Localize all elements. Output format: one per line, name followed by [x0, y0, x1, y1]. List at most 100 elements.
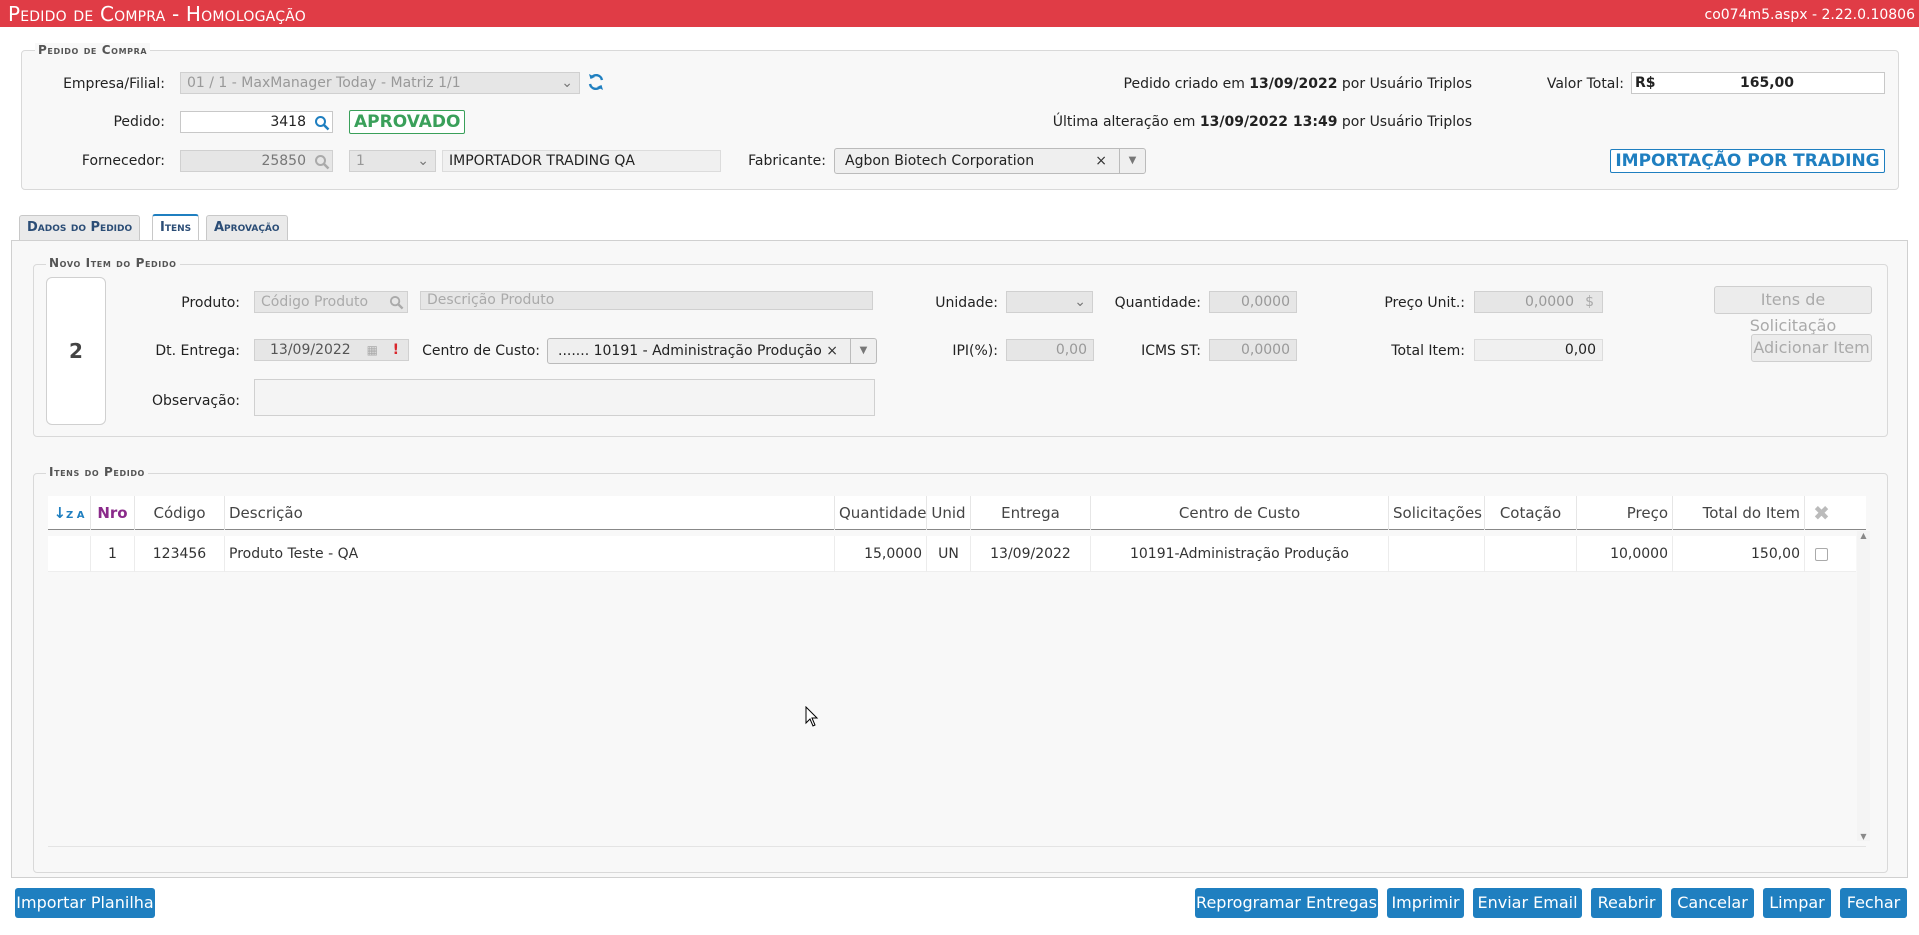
dollar-icon: $: [1585, 294, 1594, 310]
preco-unit-label: Preço Unit.:: [1384, 295, 1465, 311]
column-total-item[interactable]: Total do Item: [1672, 496, 1804, 530]
observacao-label: Observação:: [152, 393, 240, 409]
currency-symbol: R$: [1635, 75, 1656, 91]
adicionar-item-button[interactable]: Adicionar Item: [1751, 334, 1872, 362]
calendar-icon[interactable]: ▦: [367, 340, 378, 360]
remove-all-icon[interactable]: ✖: [1804, 496, 1838, 530]
trading-badge: IMPORTAÇÃO POR TRADING: [1610, 149, 1885, 173]
search-icon[interactable]: [314, 154, 330, 170]
novo-item-legend: Novo Item do Pedido: [46, 256, 180, 270]
column-quantidade[interactable]: Quantidade: [834, 496, 927, 530]
itens-legend: Itens do Pedido: [46, 465, 148, 479]
cell-total: 150,00: [1672, 536, 1804, 572]
fornecedor-code: 25850: [261, 153, 306, 169]
grid-header: ↓Z A Nro Código Descrição Quantidade Uni…: [48, 496, 1866, 530]
grid-scrollbar[interactable]: ▲ ▼: [1857, 531, 1870, 841]
fabricante-label: Fabricante:: [748, 153, 826, 169]
version-label: co074m5.aspx - 2.22.0.10806: [1704, 7, 1916, 23]
icms-st-input[interactable]: 0,0000: [1209, 339, 1297, 361]
altered-info: Última alteração em 13/09/2022 13:49 por…: [1052, 114, 1472, 130]
clear-icon[interactable]: ×: [826, 339, 838, 363]
fornecedor-seq: 1: [356, 153, 365, 169]
fabricante-select[interactable]: Agbon Biotech Corporation × ▼: [834, 148, 1146, 174]
cell-preco: 10,0000: [1576, 536, 1672, 572]
centro-custo-label: Centro de Custo:: [422, 343, 540, 359]
created-info: Pedido criado em 13/09/2022 por Usuário …: [1123, 76, 1472, 92]
column-solicitacoes[interactable]: Solicitações: [1388, 496, 1484, 530]
cell-unid: UN: [926, 536, 970, 572]
cell-solicitacoes: [1388, 536, 1484, 572]
unidade-select[interactable]: ⌄: [1006, 291, 1093, 313]
pedido-value: 3418: [270, 114, 306, 130]
empresa-select[interactable]: 01 / 1 - MaxManager Today - Matriz 1/1 ⌄: [180, 72, 580, 94]
total-item-label: Total Item:: [1391, 343, 1465, 359]
column-descricao[interactable]: Descrição: [224, 496, 834, 530]
itens-de-solicitacao-button[interactable]: Itens de Solicitação: [1714, 286, 1872, 335]
column-preco[interactable]: Preço: [1576, 496, 1672, 530]
cell-cotacao: [1484, 536, 1576, 572]
fechar-button[interactable]: Fechar: [1840, 888, 1907, 918]
total-item-input: 0,00: [1474, 339, 1603, 361]
produto-label: Produto:: [181, 295, 240, 311]
column-codigo[interactable]: Código: [134, 496, 224, 530]
centro-custo-value: ....... 10191 - Administração Produção: [558, 343, 822, 359]
grid-footer: [48, 846, 1866, 870]
ipi-label: IPI(%):: [952, 343, 998, 359]
scroll-up-icon[interactable]: ▲: [1857, 531, 1870, 540]
centro-custo-select[interactable]: ....... 10191 - Administração Produção ×…: [547, 338, 877, 364]
empresa-label: Empresa/Filial:: [63, 76, 165, 92]
importar-planilha-button[interactable]: Importar Planilha: [15, 888, 155, 918]
fornecedor-seq-select[interactable]: 1 ⌄: [349, 150, 436, 172]
observacao-textarea[interactable]: [254, 379, 875, 416]
dt-entrega-input[interactable]: 13/09/2022 ▦ !: [254, 339, 409, 361]
item-number-box: 2: [46, 277, 106, 425]
ipi-input[interactable]: 0,00: [1006, 339, 1094, 361]
produto-desc-input[interactable]: Descrição Produto: [420, 291, 873, 310]
scroll-down-icon[interactable]: ▼: [1857, 832, 1870, 841]
table-row[interactable]: 1 123456 Produto Teste - QA 15,0000 UN 1…: [48, 536, 1856, 572]
cancelar-button[interactable]: Cancelar: [1671, 888, 1754, 918]
sort-icon[interactable]: ↓Z A: [48, 496, 90, 530]
preco-unit-input[interactable]: 0,0000 $: [1474, 291, 1603, 313]
pedido-input[interactable]: 3418: [180, 111, 333, 133]
fornecedor-name-input[interactable]: IMPORTADOR TRADING QA: [442, 150, 721, 172]
dt-entrega-value: 13/09/2022: [270, 342, 351, 358]
quantidade-input[interactable]: 0,0000: [1209, 291, 1297, 313]
tab-itens[interactable]: Itens: [152, 214, 200, 240]
enviar-email-button[interactable]: Enviar Email: [1473, 888, 1582, 918]
imprimir-button[interactable]: Imprimir: [1387, 888, 1464, 918]
quantidade-label: Quantidade:: [1114, 295, 1201, 311]
pedido-legend: Pedido de Compra: [35, 43, 151, 57]
valor-total-input: R$ 165,00: [1631, 72, 1885, 94]
column-cotacao[interactable]: Cotação: [1484, 496, 1576, 530]
valor-total-label: Valor Total:: [1546, 76, 1624, 92]
item-number: 2: [69, 339, 83, 363]
cell-centro-custo: 10191-Administração Produção: [1090, 536, 1388, 572]
fabricante-value: Agbon Biotech Corporation: [845, 153, 1035, 169]
chevron-down-icon: ⌄: [417, 153, 429, 169]
title-bar: Pedido de Compra - Homologação co074m5.a…: [0, 0, 1919, 27]
column-unid[interactable]: Unid: [926, 496, 970, 530]
limpar-button[interactable]: Limpar: [1763, 888, 1831, 918]
column-nro[interactable]: Nro: [90, 496, 134, 530]
produto-code-input[interactable]: Código Produto: [254, 291, 408, 313]
search-icon[interactable]: [389, 295, 404, 310]
search-icon[interactable]: [314, 115, 330, 131]
reprogramar-entregas-button[interactable]: Reprogramar Entregas: [1195, 888, 1378, 918]
chevron-down-icon[interactable]: ▼: [1119, 149, 1145, 173]
clear-icon[interactable]: ×: [1095, 149, 1107, 173]
cell-codigo: 123456: [134, 536, 224, 572]
chevron-down-icon[interactable]: ▼: [850, 339, 876, 363]
row-checkbox[interactable]: [1815, 547, 1828, 561]
fornecedor-code-input[interactable]: 25850: [180, 150, 333, 172]
fornecedor-label: Fornecedor:: [81, 153, 165, 169]
cell-entrega: 13/09/2022: [970, 536, 1090, 572]
reabrir-button[interactable]: Reabrir: [1591, 888, 1662, 918]
cursor-icon: [805, 706, 819, 727]
refresh-icon[interactable]: [586, 72, 606, 92]
column-centro-custo[interactable]: Centro de Custo: [1090, 496, 1388, 530]
fornecedor-name: IMPORTADOR TRADING QA: [449, 153, 635, 169]
column-entrega[interactable]: Entrega: [970, 496, 1090, 530]
tab-dados-do-pedido[interactable]: Dados do Pedido: [19, 215, 141, 240]
tab-aprovacao[interactable]: Aprovação: [206, 215, 288, 240]
